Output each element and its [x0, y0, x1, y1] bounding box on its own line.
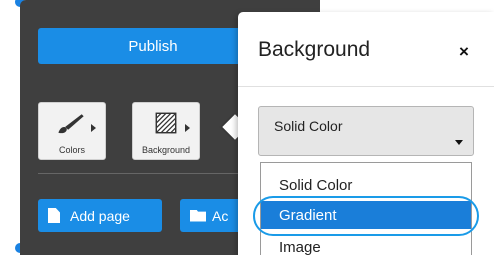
- highlight-ring: [253, 196, 479, 236]
- close-icon[interactable]: ×: [459, 42, 469, 62]
- add-page-label: Add page: [70, 207, 130, 224]
- colors-tool[interactable]: Colors: [38, 102, 106, 160]
- chevron-right-icon: [91, 124, 96, 132]
- background-tool[interactable]: Background: [132, 102, 200, 160]
- popover-title: Background: [258, 38, 371, 61]
- background-type-select[interactable]: Solid Color: [258, 106, 474, 156]
- brush-icon: [58, 114, 84, 134]
- chevron-right-icon: [185, 124, 190, 132]
- option-image[interactable]: Image: [261, 233, 471, 255]
- divider: [38, 173, 268, 174]
- option-solid-color[interactable]: Solid Color: [261, 171, 471, 199]
- background-tool-label: Background: [141, 145, 191, 155]
- chevron-down-icon: [455, 140, 463, 145]
- page-edge: [0, 0, 20, 255]
- popover-divider: [238, 86, 494, 87]
- folder-icon: [190, 209, 206, 222]
- add-folder-label: Ac: [212, 207, 229, 224]
- add-page-button[interactable]: Add page: [38, 199, 162, 232]
- colors-tool-label: Colors: [58, 145, 85, 155]
- publish-button[interactable]: Publish: [38, 28, 268, 64]
- select-value: Solid Color: [274, 118, 343, 134]
- hatch-pattern-icon: [155, 112, 177, 134]
- document-icon: [48, 208, 60, 223]
